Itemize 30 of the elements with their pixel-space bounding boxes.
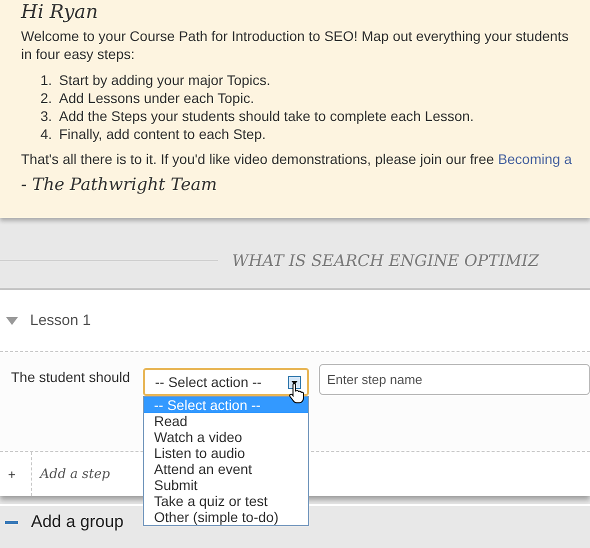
course-link[interactable]: Becoming a	[498, 151, 572, 167]
dropdown-option[interactable]: Attend an event	[144, 461, 308, 477]
dropdown-option[interactable]: Read	[144, 413, 308, 429]
step-text: Add the Steps your students should take to complete each Lesson.	[59, 107, 474, 125]
dropdown-option[interactable]: Submit	[144, 477, 308, 493]
step-number: 4.	[40, 125, 52, 143]
outro-text: That's all there is to it. If you'd like video demonstrations, please join our free	[21, 151, 494, 167]
signature: - The Pathwright Team	[21, 175, 218, 195]
action-select[interactable]: -- Select action --	[143, 368, 309, 396]
step-label: The student should	[11, 369, 132, 385]
minus-icon	[5, 520, 18, 524]
add-group-link[interactable]: Add a group	[31, 512, 124, 532]
step-text: Add Lessons under each Topic.	[59, 89, 254, 107]
dropdown-option[interactable]: Other (simple to-do)	[144, 509, 308, 525]
greeting: Hi Ryan	[21, 0, 99, 24]
dropdown-option[interactable]: Watch a video	[144, 429, 308, 445]
step-name-field[interactable]: Enter step name	[319, 364, 590, 395]
dropdown-option[interactable]: Take a quiz or test	[144, 493, 308, 509]
intro-text: Welcome to your Course Path for Introduction to SEO! Map out everything your students	[21, 27, 570, 45]
intro-text: in four easy steps:	[21, 45, 136, 63]
lesson-title[interactable]: Lesson 1	[30, 312, 91, 329]
step-number: 1.	[40, 71, 52, 89]
triangle-icon[interactable]	[6, 316, 18, 324]
step-text: Start by adding your major Topics.	[59, 71, 270, 89]
step-number: 2.	[40, 89, 52, 107]
dropdown-option[interactable]: Listen to audio	[144, 445, 308, 461]
add-step-link[interactable]: Add a step	[32, 466, 110, 482]
step-text: Finally, add content to each Step.	[59, 125, 266, 143]
step-number: 3.	[40, 107, 52, 125]
section-heading: WHAT IS SEARCH ENGINE OPTIMIZ	[232, 250, 539, 270]
